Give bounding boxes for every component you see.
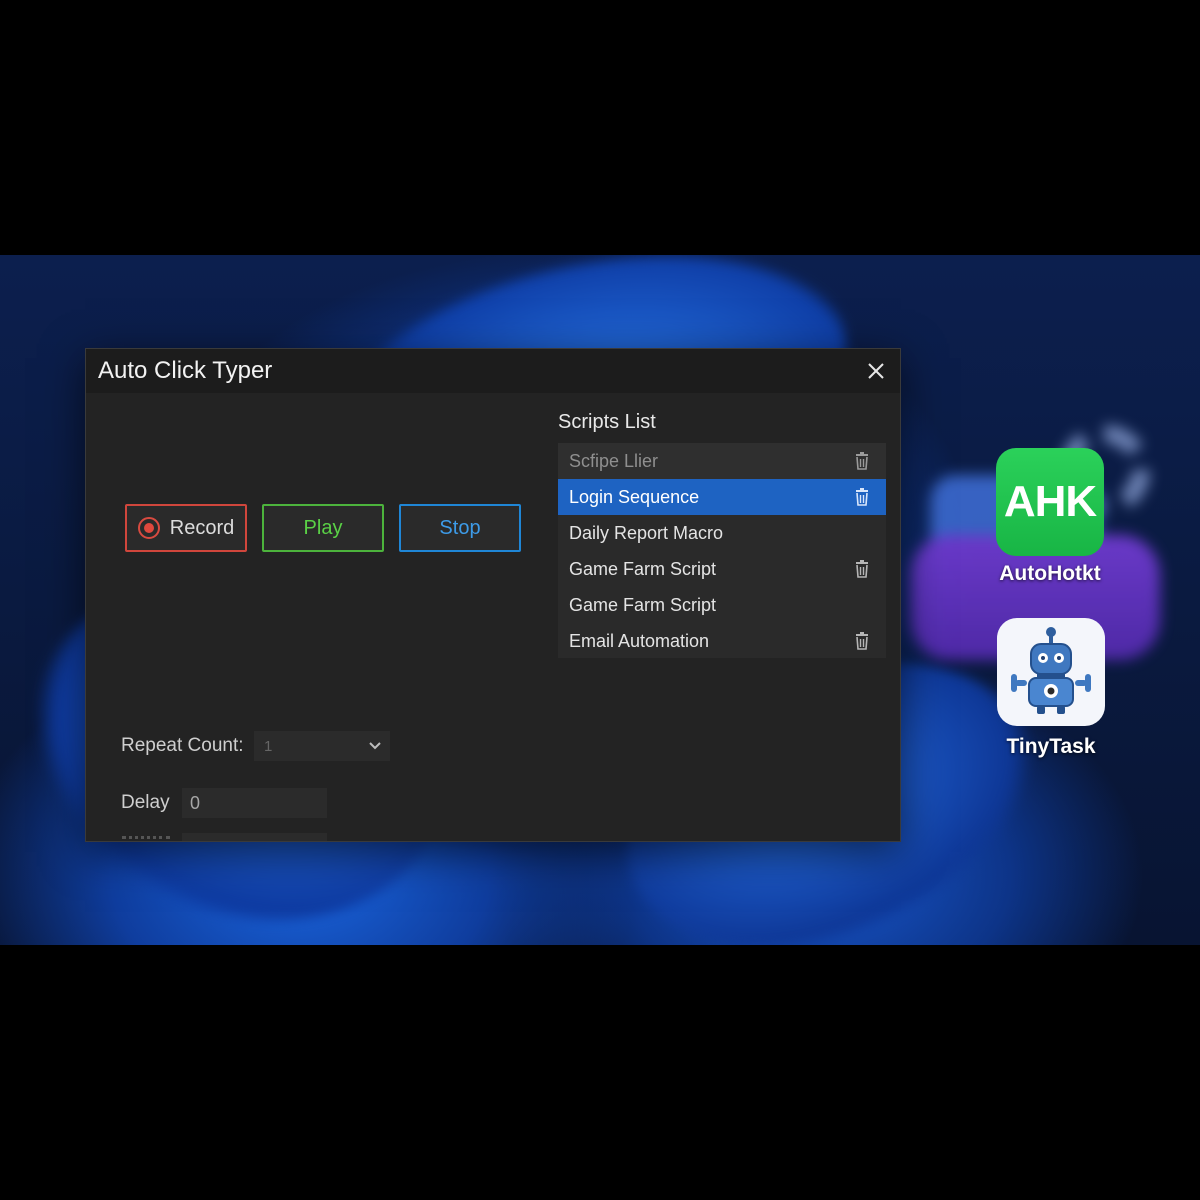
- record-icon: [137, 517, 160, 539]
- repeat-count-value: 1: [264, 737, 273, 755]
- ahk-icon: AHK: [1003, 477, 1097, 526]
- letterbox-top: [0, 0, 1200, 255]
- record-button[interactable]: Record: [125, 504, 247, 552]
- tinytask-app-icon[interactable]: [997, 618, 1105, 726]
- record-button-label: Record: [169, 516, 235, 539]
- scripts-list[interactable]: Scfipe Llier Login Sequence Daily Report…: [558, 443, 886, 658]
- autohotkey-app-icon[interactable]: AHK: [996, 448, 1104, 556]
- stop-button-label: Stop: [439, 516, 481, 539]
- delay-input[interactable]: 0: [182, 788, 327, 818]
- delay-value: 0: [190, 792, 201, 813]
- letterbox-bottom: [0, 945, 1200, 1200]
- trash-icon[interactable]: [852, 631, 872, 651]
- script-item-label: Game Farm Script: [569, 594, 717, 615]
- auto-click-typer-window: Auto Click Typer Record Play Stop Script…: [85, 348, 901, 842]
- stop-button[interactable]: Stop: [399, 504, 521, 552]
- tinytask-label[interactable]: TinyTask: [981, 735, 1121, 759]
- title-bar[interactable]: Auto Click Typer: [86, 349, 900, 393]
- robot-icon: [1011, 627, 1091, 714]
- script-item-label: Email Automation: [569, 630, 710, 651]
- script-item[interactable]: Game Farm Script: [558, 587, 886, 623]
- script-item-label: Login Sequence: [569, 486, 700, 507]
- trash-icon[interactable]: [852, 487, 872, 507]
- script-item[interactable]: Daily Report Macro: [558, 515, 886, 551]
- autohotkey-label[interactable]: AutoHotkt: [980, 562, 1120, 586]
- repeat-count-label: Repeat Count:: [121, 735, 244, 756]
- play-button[interactable]: Play: [262, 504, 384, 552]
- scripts-list-title: Scripts List: [558, 411, 656, 433]
- trash-icon[interactable]: [852, 559, 872, 579]
- close-button[interactable]: [862, 357, 890, 385]
- close-icon: [868, 363, 884, 379]
- script-item-label: Daily Report Macro: [569, 522, 724, 543]
- script-item[interactable]: Login Sequence: [558, 479, 886, 515]
- cutoff-field-label: [122, 836, 170, 841]
- play-button-label: Play: [303, 516, 343, 539]
- scripts-list-header: Scfipe Llier: [558, 443, 886, 479]
- cutoff-input[interactable]: [182, 833, 327, 841]
- chevron-down-icon: [369, 742, 381, 750]
- script-item[interactable]: Email Automation: [558, 623, 886, 659]
- script-item-label: Game Farm Script: [569, 558, 717, 579]
- script-item[interactable]: Game Farm Script: [558, 551, 886, 587]
- scripts-list-header-label: Scfipe Llier: [569, 450, 659, 471]
- delay-label: Delay: [121, 792, 170, 813]
- trash-icon[interactable]: [852, 451, 872, 471]
- window-title: Auto Click Typer: [98, 357, 273, 384]
- repeat-count-select[interactable]: 1: [254, 731, 390, 761]
